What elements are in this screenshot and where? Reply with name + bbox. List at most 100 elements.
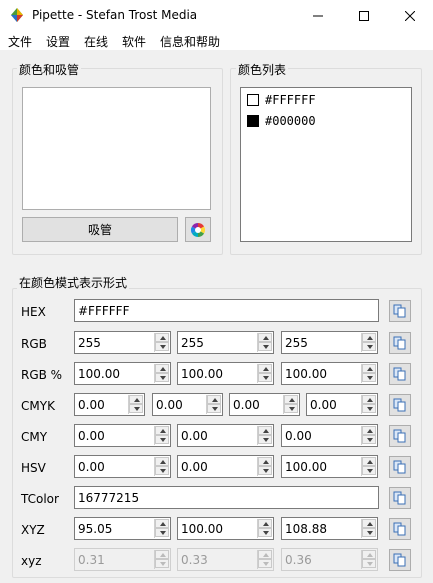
copy-cmyk-button[interactable] [389,394,411,416]
rgb-g-input[interactable]: 255 [177,331,274,354]
maximize-button[interactable] [341,0,387,31]
rgb-percent-r-input[interactable]: 100.00 [74,362,171,385]
color-wheel-button[interactable] [185,217,211,242]
close-button[interactable] [387,0,433,31]
hsv-v-spinner[interactable] [361,457,376,476]
cmy-c-spinner[interactable] [154,426,169,445]
cmyk-y-spinner[interactable] [283,395,298,414]
copy-hsv-button[interactable] [389,456,411,478]
copy-rgb-percent-button[interactable] [389,363,411,385]
rgb-percent-r-spinner[interactable] [154,364,169,383]
copy-tcolor-button[interactable] [389,487,411,509]
list-item[interactable]: #000000 [247,113,316,129]
close-icon [405,10,415,21]
copy-icon [393,460,406,474]
copy-icon [393,491,406,505]
menu-file[interactable]: 文件 [8,33,32,50]
copy-xyz-button[interactable] [389,518,411,540]
rgb-r-spinner[interactable] [154,333,169,352]
menu-bar: 文件 设置 在线 软件 信息和帮助 [0,31,433,51]
minimize-icon [313,15,323,16]
cmy-y-input[interactable]: 0.00 [281,424,378,447]
cmyk-m-spinner[interactable] [206,395,221,414]
xyz-chromaticity-z-input: 0.36 [281,548,378,571]
color-modes-group-title: 在颜色模式表示形式 [17,274,130,291]
copy-icon [393,336,406,350]
cmyk-k-spinner[interactable] [361,395,376,414]
rgb-percent-g-input[interactable]: 100.00 [177,362,274,385]
cmy-c-input[interactable]: 0.00 [74,424,171,447]
rgb-percent-g-spinner[interactable] [257,364,272,383]
color-list-group-title: 颜色列表 [236,61,289,78]
title-bar: Pipette - Stefan Trost Media [0,0,433,31]
copy-xyz-chromaticity-button[interactable] [389,549,411,571]
copy-icon [393,398,406,412]
xyz-y-spinner[interactable] [257,519,272,538]
copy-icon [393,522,406,536]
cmyk-c-input[interactable]: 0.00 [74,393,145,416]
cmy-label: CMY [21,430,48,444]
color-preview [22,87,211,210]
rgb-g-spinner[interactable] [257,333,272,352]
color-swatch-black [247,115,259,127]
color-swatch-white [247,94,259,106]
copy-rgb-button[interactable] [389,332,411,354]
rgb-label: RGB [21,337,47,351]
hsv-s-input[interactable]: 0.00 [177,455,274,478]
rgb-percent-label: RGB % [21,368,63,382]
list-item[interactable]: #FFFFFF [247,92,316,108]
xyz-z-spinner[interactable] [361,519,376,538]
cmy-m-spinner[interactable] [257,426,272,445]
menu-online[interactable]: 在线 [84,33,108,50]
xyz-chromaticity-label: xyz [21,554,42,568]
rgb-r-input[interactable]: 255 [74,331,171,354]
copy-icon [393,367,406,381]
xyz-chromaticity-x-input: 0.31 [74,548,171,571]
cmy-y-spinner[interactable] [361,426,376,445]
cmyk-y-input[interactable]: 0.00 [229,393,300,416]
picker-group-title: 颜色和吸管 [17,61,82,78]
xyz-label: XYZ [21,523,45,537]
cmyk-k-input[interactable]: 0.00 [306,393,378,416]
cmyk-c-spinner[interactable] [128,395,143,414]
xyz-chromaticity-y-spinner [257,550,272,569]
xyz-x-spinner[interactable] [154,519,169,538]
color-wheel-icon [191,222,205,237]
cmyk-label: CMYK [21,399,55,413]
maximize-icon [359,10,369,21]
hsv-v-input[interactable]: 100.00 [281,455,378,478]
xyz-chromaticity-x-spinner [154,550,169,569]
rgb-percent-b-spinner[interactable] [361,364,376,383]
window-title: Pipette - Stefan Trost Media [32,8,198,22]
hsv-h-spinner[interactable] [154,457,169,476]
xyz-z-input[interactable]: 108.88 [281,517,378,540]
cmy-m-input[interactable]: 0.00 [177,424,274,447]
minimize-button[interactable] [295,0,341,31]
copy-icon [393,429,406,443]
tcolor-input[interactable]: 16777215 [74,486,379,509]
list-item-hex: #000000 [265,114,316,128]
copy-icon [393,304,406,318]
list-item-hex: #FFFFFF [265,93,316,107]
rgb-percent-b-input[interactable]: 100.00 [281,362,378,385]
copy-cmy-button[interactable] [389,425,411,447]
pipette-app-icon [11,8,23,22]
hsv-h-input[interactable]: 0.00 [74,455,171,478]
color-list[interactable]: #FFFFFF #000000 [240,87,412,242]
hex-input[interactable]: #FFFFFF [74,299,379,322]
hex-label: HEX [21,305,46,319]
xyz-x-input[interactable]: 95.05 [74,517,171,540]
xyz-chromaticity-z-spinner [361,550,376,569]
hsv-s-spinner[interactable] [257,457,272,476]
menu-help[interactable]: 信息和帮助 [160,33,220,50]
cmyk-m-input[interactable]: 0.00 [152,393,223,416]
pipette-button[interactable]: 吸管 [22,217,178,242]
xyz-y-input[interactable]: 100.00 [177,517,274,540]
rgb-b-input[interactable]: 255 [281,331,378,354]
menu-settings[interactable]: 设置 [46,33,70,50]
tcolor-label: TColor [21,492,59,506]
menu-software[interactable]: 软件 [122,33,146,50]
rgb-b-spinner[interactable] [361,333,376,352]
copy-hex-button[interactable] [389,300,411,322]
copy-icon [393,553,406,567]
